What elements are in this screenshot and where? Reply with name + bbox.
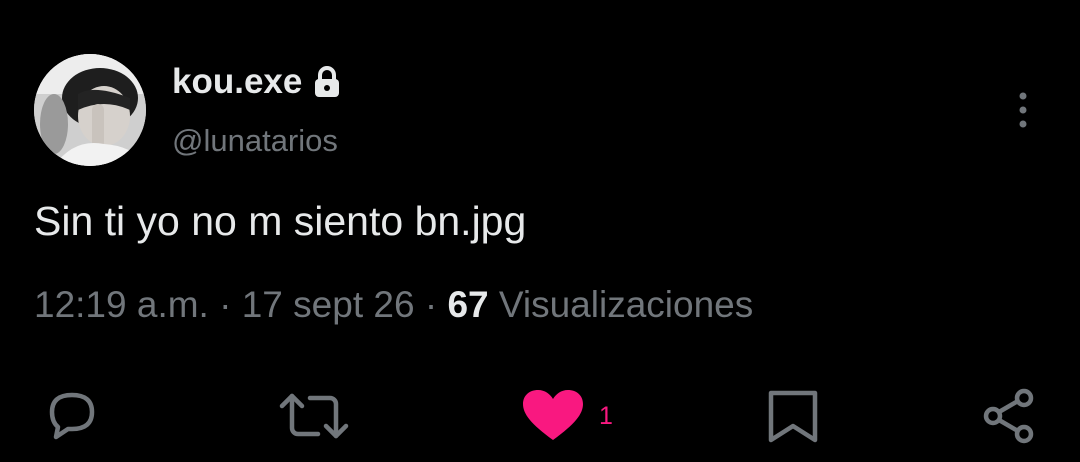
bookmark-icon bbox=[768, 390, 818, 443]
bookmark-button[interactable] bbox=[766, 388, 820, 444]
views-label: Visualizaciones bbox=[498, 284, 754, 325]
meta-separator: · bbox=[424, 284, 438, 325]
views-count: 67 bbox=[447, 284, 489, 325]
display-name[interactable]: kou.exe bbox=[172, 62, 342, 102]
like-count: 1 bbox=[599, 401, 613, 430]
user-handle[interactable]: @lunatarios bbox=[172, 122, 338, 160]
like-button[interactable]: 1 bbox=[521, 388, 613, 444]
tweet-date[interactable]: 17 sept 26 bbox=[242, 284, 415, 325]
avatar[interactable] bbox=[34, 54, 146, 166]
share-icon bbox=[983, 388, 1034, 444]
meta-separator: · bbox=[219, 284, 232, 325]
tweet-time[interactable]: 12:19 a.m. bbox=[34, 284, 209, 325]
share-button[interactable] bbox=[980, 388, 1040, 444]
more-options-icon[interactable] bbox=[1008, 90, 1038, 130]
tweet-meta: 12:19 a.m. · 17 sept 26 · 67 Visualizaci… bbox=[34, 282, 753, 328]
retweet-button[interactable] bbox=[278, 388, 350, 444]
heart-icon bbox=[523, 390, 583, 440]
tweet-text: Sin ti yo no m siento bn.jpg bbox=[34, 198, 527, 244]
retweet-icon bbox=[279, 393, 349, 439]
display-name-text: kou.exe bbox=[172, 62, 303, 101]
reply-button[interactable] bbox=[42, 388, 102, 444]
lock-icon bbox=[312, 65, 342, 99]
reply-icon bbox=[49, 392, 95, 440]
